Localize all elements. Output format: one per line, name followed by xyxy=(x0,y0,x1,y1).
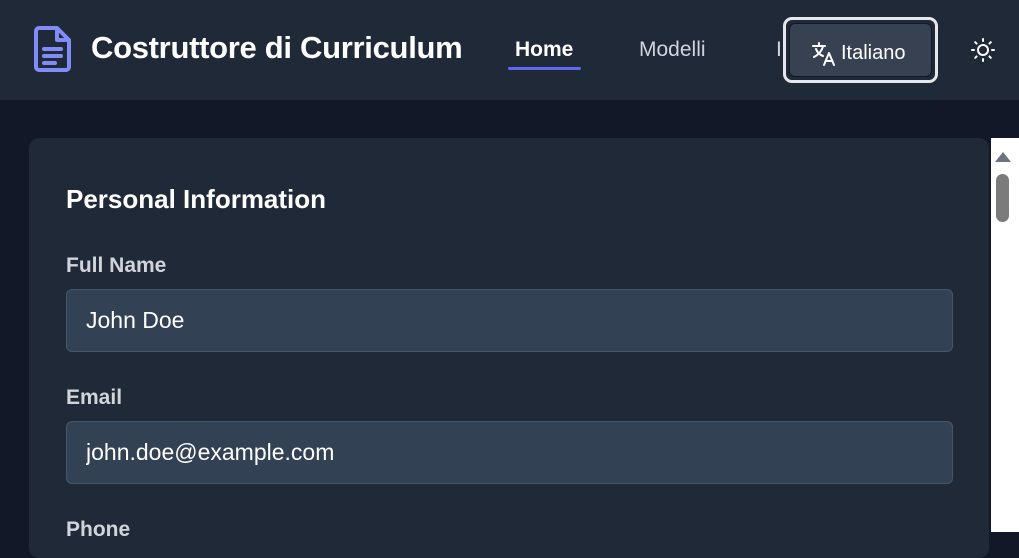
scrollbar-thumb[interactable] xyxy=(996,174,1009,222)
full-name-label: Full Name xyxy=(66,254,167,277)
sun-icon[interactable] xyxy=(970,37,996,63)
language-button[interactable]: Italiano xyxy=(783,17,938,83)
app-header: Costruttore di Curriculum Home Modelli I… xyxy=(0,0,1019,100)
phone-label: Phone xyxy=(66,518,131,541)
translate-icon xyxy=(812,42,835,66)
language-button-body: Italiano xyxy=(789,23,932,77)
language-button-label: Italiano xyxy=(841,42,906,64)
document-icon xyxy=(34,26,71,72)
scroll-up-arrow-icon[interactable] xyxy=(995,152,1011,162)
app-title: Costruttore di Curriculum xyxy=(91,30,463,65)
vertical-scrollbar[interactable] xyxy=(991,138,1019,532)
nav-active-indicator xyxy=(508,67,581,70)
email-label: Email xyxy=(66,386,123,409)
full-name-input[interactable] xyxy=(66,289,953,352)
nav-models-link[interactable]: Modelli xyxy=(639,38,706,62)
section-title: Personal Information xyxy=(66,184,327,214)
email-input[interactable] xyxy=(66,421,953,484)
personal-information-card: Personal Information Full Name Email Pho… xyxy=(29,138,989,558)
nav-home-link[interactable]: Home xyxy=(515,38,573,62)
